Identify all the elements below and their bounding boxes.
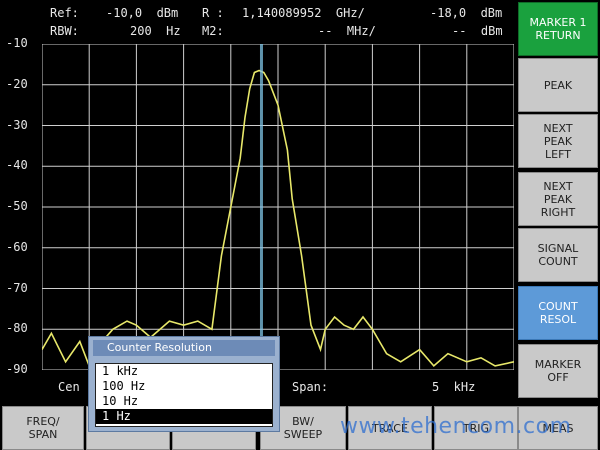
resolution-option[interactable]: 1 Hz: [96, 409, 272, 424]
marker-2-level: -- dBm: [452, 24, 503, 38]
softkey-count-resol[interactable]: COUNT RESOL: [518, 286, 598, 340]
softkey-peak[interactable]: PEAK: [518, 58, 598, 112]
rbw-value: 200 Hz: [130, 24, 181, 38]
ref-value: -10,0 dBm: [106, 6, 179, 20]
spectrum-plot[interactable]: [42, 44, 514, 370]
y-tick-label: -10: [6, 36, 28, 50]
marker-2-frequency: -- MHz/: [318, 24, 376, 38]
y-tick-label: -70: [6, 280, 28, 295]
tab-freq-span[interactable]: FREQ/ SPAN: [2, 406, 84, 450]
span-value: 5 kHz: [432, 380, 476, 394]
center-label: Cen: [58, 380, 80, 394]
counter-resolution-dialog: Counter Resolution 1 kHz 100 Hz 10 Hz 1 Hz: [88, 336, 280, 432]
y-tick-label: -60: [6, 239, 28, 254]
resolution-list[interactable]: 1 kHz 100 Hz 10 Hz 1 Hz: [95, 363, 273, 427]
softkey-next-peak-right[interactable]: NEXT PEAK RIGHT: [518, 172, 598, 226]
marker-2-label: M2:: [202, 24, 224, 38]
span-label: Span:: [292, 380, 329, 394]
y-tick-label: -80: [6, 321, 28, 336]
y-tick-label: -90: [6, 362, 28, 376]
y-tick-label: -50: [6, 199, 28, 213]
softkey-marker-1-return[interactable]: MARKER 1 RETURN: [518, 2, 598, 56]
marker-r-level: -18,0 dBm: [430, 6, 503, 20]
ref-label: Ref:: [50, 6, 79, 20]
rbw-label: RBW:: [50, 24, 79, 38]
dialog-title: Counter Resolution: [93, 340, 275, 356]
y-tick-label: -30: [6, 117, 28, 132]
softkey-marker-off[interactable]: MARKER OFF: [518, 344, 598, 398]
resolution-option[interactable]: 10 Hz: [96, 394, 272, 409]
y-tick-label: -40: [6, 158, 28, 173]
resolution-option[interactable]: 1 kHz: [96, 364, 272, 379]
marker-r-label: R :: [202, 6, 224, 20]
watermark: www.tehencom.com: [340, 414, 572, 439]
softkey-signal-count[interactable]: SIGNAL COUNT: [518, 228, 598, 282]
y-tick-label: -20: [6, 76, 28, 91]
resolution-option[interactable]: 100 Hz: [96, 379, 272, 394]
softkey-next-peak-left[interactable]: NEXT PEAK LEFT: [518, 114, 598, 168]
marker-r-frequency: 1,140089952 GHz/: [242, 6, 365, 20]
header-bar: Ref: -10,0 dBm R : 1,140089952 GHz/ -18,…: [0, 0, 516, 46]
